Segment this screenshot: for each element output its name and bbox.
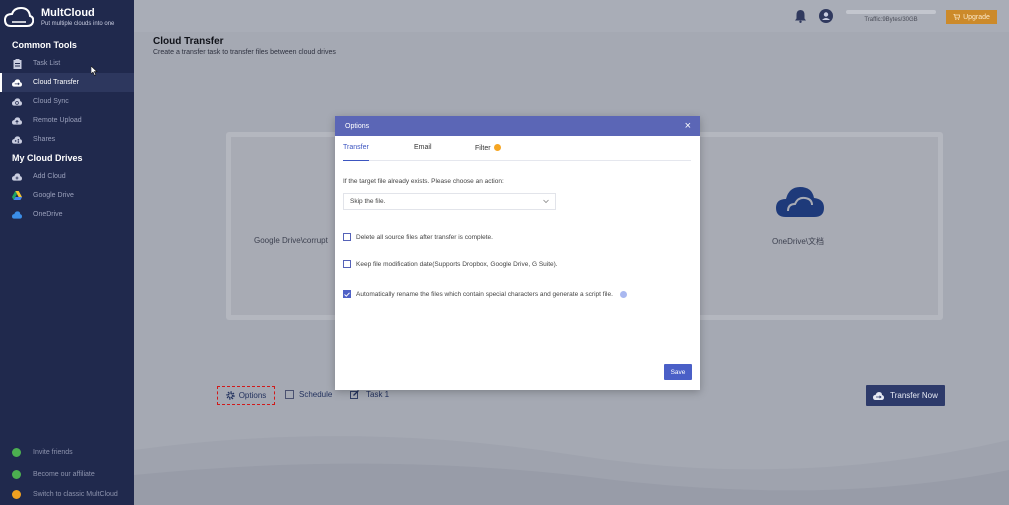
- edit-icon: [350, 390, 359, 399]
- clipboard-icon: [12, 58, 22, 69]
- schedule-toggle[interactable]: Schedule: [285, 390, 332, 399]
- traffic-meter: Traffic:9Bytes/30GB: [846, 10, 936, 23]
- trophy-icon: [12, 447, 21, 457]
- affiliate-icon: [12, 469, 21, 479]
- user-avatar[interactable]: [819, 9, 833, 23]
- tab-filter-label: Filter: [475, 145, 491, 152]
- cloud-transfer-icon: [12, 78, 22, 88]
- sidebar: MultCloud Put multiple clouds into one C…: [0, 0, 134, 505]
- traffic-bar: [846, 10, 936, 14]
- keep-date-label: Keep file modification date(Supports Dro…: [356, 260, 558, 268]
- page-title: Cloud Transfer: [153, 36, 224, 47]
- sidebar-item-remote-upload[interactable]: Remote Upload: [0, 111, 134, 130]
- task-label: Task 1: [366, 390, 390, 399]
- tab-transfer[interactable]: Transfer: [343, 144, 369, 161]
- premium-badge-icon: [493, 144, 501, 151]
- user-icon: [822, 12, 830, 20]
- schedule-checkbox[interactable]: [285, 390, 294, 399]
- auto-rename-checkbox[interactable]: [343, 290, 351, 298]
- options-label: Options: [238, 391, 267, 400]
- cart-icon: [953, 14, 961, 20]
- close-icon[interactable]: ×: [685, 119, 691, 133]
- page-subtitle: Create a transfer task to transfer files…: [153, 49, 336, 56]
- sidebar-item-label: Remote Upload: [33, 117, 82, 124]
- info-icon[interactable]: [619, 290, 627, 298]
- add-cloud-icon: [12, 172, 22, 182]
- delete-source-option[interactable]: Delete all source files after transfer i…: [343, 233, 493, 241]
- keep-date-option[interactable]: Keep file modification date(Supports Dro…: [343, 260, 558, 268]
- google-drive-icon: [12, 191, 22, 201]
- switch-classic-label: Switch to classic MultCloud: [33, 490, 118, 498]
- invite-friends-link[interactable]: Invite friends: [0, 444, 134, 460]
- invite-friends-label: Invite friends: [33, 448, 73, 456]
- target-drive-label[interactable]: OneDrive\文档: [772, 236, 824, 247]
- sidebar-item-task-list[interactable]: Task List: [0, 54, 134, 73]
- sidebar-item-onedrive[interactable]: OneDrive: [0, 205, 134, 224]
- options-dialog: Options × Transfer Email Filter If the t…: [335, 116, 700, 390]
- dialog-title: Options: [345, 122, 370, 130]
- switch-classic-link[interactable]: Switch to classic MultCloud: [0, 486, 134, 502]
- sidebar-item-cloud-transfer[interactable]: Cloud Transfer: [0, 73, 134, 92]
- cloud-upload-icon: [12, 116, 22, 126]
- exists-action-select[interactable]: Skip the file.: [343, 193, 556, 210]
- cloud-sync-icon: [12, 97, 22, 107]
- cloud-transfer-icon: [873, 391, 885, 400]
- source-drive-label[interactable]: Google Drive\corrupt: [254, 236, 328, 245]
- delete-source-label: Delete all source files after transfer i…: [356, 233, 493, 241]
- sidebar-item-label: Google Drive: [33, 192, 74, 199]
- switch-icon: [12, 489, 21, 499]
- transfer-now-label: Transfer Now: [890, 391, 938, 400]
- exists-action-value: Skip the file.: [350, 198, 386, 205]
- traffic-text: Traffic:9Bytes/30GB: [864, 17, 918, 23]
- sidebar-item-label: Add Cloud: [33, 173, 66, 180]
- sidebar-item-label: Cloud Transfer: [33, 79, 79, 86]
- task-name[interactable]: Task 1: [350, 390, 389, 399]
- app-tagline: Put multiple clouds into one: [41, 21, 115, 27]
- background-wave: [134, 436, 1009, 505]
- top-bar: Traffic:9Bytes/30GB Upgrade: [134, 0, 1009, 32]
- affiliate-link[interactable]: Become our affiliate: [0, 466, 134, 482]
- onedrive-cloud-icon: [776, 187, 824, 217]
- affiliate-label: Become our affiliate: [33, 470, 95, 478]
- gear-icon: [226, 391, 235, 400]
- my-cloud-drives-title: My Cloud Drives: [12, 153, 83, 163]
- options-button[interactable]: Options: [217, 386, 275, 405]
- sidebar-item-cloud-sync[interactable]: Cloud Sync: [0, 92, 134, 111]
- tab-filter[interactable]: Filter: [475, 144, 501, 161]
- sidebar-item-label: Shares: [33, 136, 56, 143]
- save-button[interactable]: Save: [664, 364, 692, 380]
- sidebar-item-label: OneDrive: [33, 211, 63, 218]
- schedule-label: Schedule: [299, 390, 333, 399]
- auto-rename-option[interactable]: Automatically rename the files which con…: [343, 290, 627, 298]
- upgrade-label: Upgrade: [963, 13, 990, 21]
- chevron-down-icon: [543, 199, 549, 204]
- delete-source-checkbox[interactable]: [343, 233, 351, 241]
- app-name: MultCloud: [41, 7, 95, 19]
- share-icon: [12, 135, 22, 145]
- checkmark-icon: [344, 291, 350, 297]
- sidebar-item-add-cloud[interactable]: Add Cloud: [0, 167, 134, 186]
- sidebar-item-label: Cloud Sync: [33, 98, 69, 105]
- tab-email[interactable]: Email: [414, 144, 432, 161]
- upgrade-button[interactable]: Upgrade: [946, 10, 997, 24]
- sidebar-item-label: Task List: [33, 60, 61, 67]
- onedrive-icon: [12, 210, 22, 220]
- multcloud-logo-icon: [4, 6, 34, 27]
- dialog-tabs: Transfer Email Filter: [343, 144, 691, 161]
- sidebar-item-google-drive[interactable]: Google Drive: [0, 186, 134, 205]
- app-logo[interactable]: MultCloud Put multiple clouds into one: [4, 4, 132, 32]
- exists-action-label: If the target file already exists. Pleas…: [343, 178, 504, 185]
- auto-rename-label: Automatically rename the files which con…: [356, 290, 613, 298]
- keep-date-checkbox[interactable]: [343, 260, 351, 268]
- bell-icon[interactable]: [794, 9, 807, 23]
- sidebar-item-shares[interactable]: Shares: [0, 130, 134, 149]
- mouse-cursor-icon: [91, 66, 98, 76]
- transfer-now-button[interactable]: Transfer Now: [866, 385, 945, 406]
- dialog-header: Options ×: [335, 116, 700, 136]
- common-tools-title: Common Tools: [12, 40, 77, 50]
